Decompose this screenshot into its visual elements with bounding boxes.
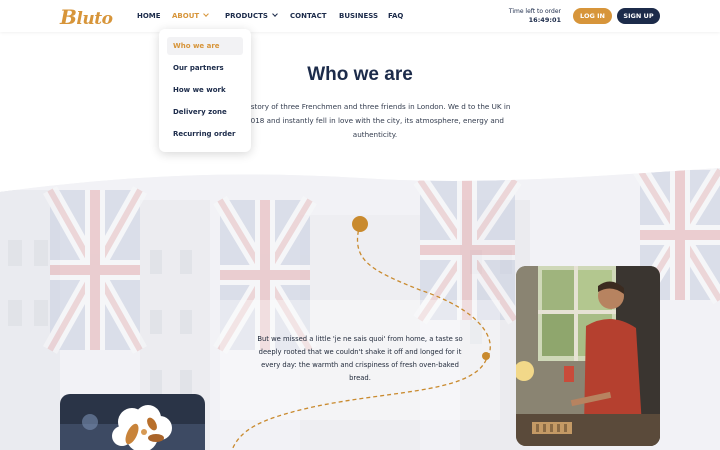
nav-products[interactable]: PRODUCTS [225,11,278,20]
intro-text: he story of three Frenchmen and three fr… [239,102,511,139]
nav-contact[interactable]: CONTACT [290,12,327,20]
login-button[interactable]: LOG IN [573,8,612,24]
page-title: Who we are [307,64,413,85]
nav-about-label: ABOUT [172,12,200,20]
bread-photo [60,394,205,450]
timeline-dot-large [352,216,368,232]
timeline-dot-small [482,352,490,360]
chevron-down-icon [272,11,278,17]
timer-value: 16:49:01 [528,16,561,24]
order-timer: Time left to order 16:49:01 [505,8,561,24]
nav-products-label: PRODUCTS [225,12,268,20]
nav-home[interactable]: HOME [137,12,161,20]
menu-item-our-partners[interactable]: Our partners [167,59,243,77]
menu-item-recurring-order[interactable]: Recurring order [167,125,243,143]
menu-item-how-we-work[interactable]: How we work [167,81,243,99]
baker-photo [516,266,660,446]
story-text: But we missed a little 'je ne sais quoi'… [257,335,463,382]
nav-business[interactable]: BUSINESS [339,12,378,20]
chevron-down-icon [203,11,210,17]
nav-about[interactable]: ABOUT [172,11,210,20]
menu-item-delivery-zone[interactable]: Delivery zone [167,103,243,121]
about-dropdown-menu: Who we are Our partners How we work Deli… [159,29,251,152]
menu-item-who-we-are[interactable]: Who we are [167,37,243,55]
bluto-logo[interactable]: Bluto [60,5,113,29]
timer-label: Time left to order [508,8,561,15]
signup-button[interactable]: SIGN UP [617,8,660,24]
nav-faq[interactable]: FAQ [388,12,403,20]
top-navbar: Bluto HOME ABOUT PRODUCTS CONTACT BUSINE… [0,0,720,32]
